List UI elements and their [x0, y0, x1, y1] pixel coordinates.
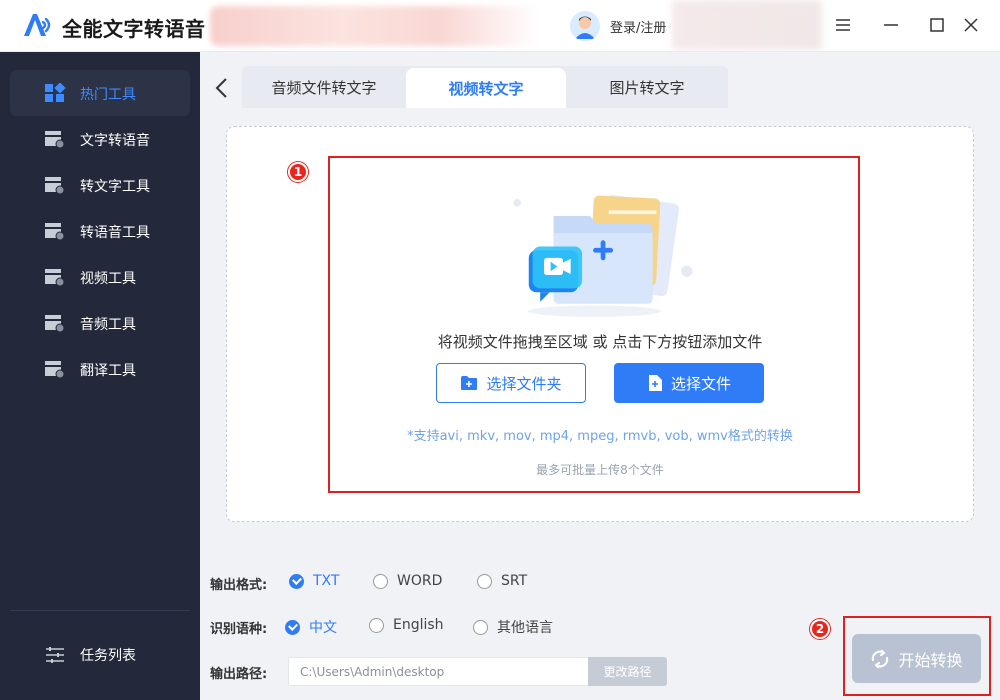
- sidebar-item-translate-tools[interactable]: 翻译工具: [10, 346, 190, 392]
- app-title: 全能文字转语音: [62, 17, 206, 41]
- task-list-button[interactable]: 任务列表: [10, 632, 190, 678]
- sidebar-item-label: 转语音工具: [80, 225, 150, 241]
- user-avatar[interactable]: [570, 11, 600, 41]
- sidebar-item-label: 文字转语音: [80, 133, 150, 149]
- toolbox-icon: [45, 269, 65, 287]
- toolbox-icon: [45, 131, 65, 149]
- language-radio-other[interactable]: 其他语言: [473, 617, 553, 637]
- back-button[interactable]: [212, 76, 232, 100]
- language-radio-chinese[interactable]: 中文: [285, 617, 337, 637]
- format-radio-txt[interactable]: TXT: [289, 573, 339, 589]
- radio-label: WORD: [397, 573, 443, 589]
- sidebar-item-video-tools[interactable]: 视频工具: [10, 254, 190, 300]
- folder-video-illustration-icon: [513, 195, 693, 317]
- file-plus-icon: [648, 375, 662, 391]
- sidebar-item-label: 转文字工具: [80, 179, 150, 195]
- avatar-icon: [570, 11, 600, 41]
- sidebar-divider: [10, 610, 190, 611]
- radio-dot: [373, 573, 388, 589]
- sidebar-item-label: 热门工具: [80, 87, 136, 103]
- toolbox-icon: [45, 223, 65, 241]
- radio-label: SRT: [501, 573, 528, 589]
- toolbox-icon: [45, 361, 65, 379]
- title-bar: 全能文字转语音 登录/注册: [0, 0, 1000, 52]
- sidebar-item-hot-tools[interactable]: 热门工具: [10, 70, 190, 116]
- toolbox-icon: [45, 315, 65, 333]
- tab-image-to-text[interactable]: 图片转文字: [566, 66, 728, 108]
- select-folder-button[interactable]: 选择文件夹: [436, 363, 586, 403]
- folder-plus-icon: [461, 376, 478, 390]
- format-radio-srt[interactable]: SRT: [477, 573, 527, 589]
- minimize-icon: [884, 24, 898, 26]
- sidebar-item-to-text-tools[interactable]: 转文字工具: [10, 162, 190, 208]
- language-label: 识别语种:: [210, 622, 268, 637]
- hamburger-icon: [836, 19, 850, 31]
- max-files-text: 最多可批量上传8个文件: [536, 463, 664, 477]
- select-file-label: 选择文件: [670, 374, 731, 393]
- tab-bar: 音频文件转文字 视频转文字 图片转文字: [242, 66, 728, 108]
- output-path-label: 输出路径:: [210, 667, 268, 682]
- radio-label: TXT: [313, 573, 340, 589]
- close-icon: [964, 18, 978, 32]
- login-link[interactable]: 登录/注册: [610, 17, 666, 36]
- grid-icon: [45, 83, 66, 102]
- radio-dot: [285, 619, 300, 635]
- radio-dot: [369, 617, 384, 633]
- app-logo-icon: [24, 14, 51, 36]
- annotation-badge-1: 1: [288, 162, 308, 182]
- tab-video-to-text[interactable]: 视频转文字: [406, 68, 566, 108]
- toolbox-icon: [45, 177, 65, 195]
- radio-label: 中文: [309, 620, 337, 636]
- close-button[interactable]: [960, 14, 982, 36]
- radio-label: English: [393, 617, 444, 633]
- convert-arrows-icon: [872, 649, 889, 668]
- supported-formats-text: *支持avi, mkv, mov, mp4, mpeg, rmvb, vob, …: [407, 429, 793, 444]
- sidebar: 热门工具 文字转语音 转文字工具 转语音工具 视频工具 音频工具 翻译工具 任务…: [0, 52, 200, 700]
- sidebar-item-label: 音频工具: [80, 317, 136, 333]
- tab-audio-to-text[interactable]: 音频文件转文字: [242, 66, 406, 108]
- select-file-button[interactable]: 选择文件: [614, 363, 764, 403]
- drop-hint-text: 将视频文件拖拽至区域 或 点击下方按钮添加文件: [437, 333, 763, 351]
- radio-dot: [289, 573, 304, 589]
- radio-dot: [473, 619, 488, 635]
- menu-button[interactable]: [832, 14, 854, 36]
- task-list-label: 任务列表: [80, 648, 136, 664]
- change-path-button[interactable]: 更改路径: [588, 657, 667, 686]
- select-folder-label: 选择文件夹: [486, 374, 562, 393]
- output-path-input[interactable]: C:\Users\Admin\desktop: [288, 657, 588, 686]
- sidebar-item-audio-tools[interactable]: 音频工具: [10, 300, 190, 346]
- start-convert-button[interactable]: 开始转换: [852, 634, 981, 683]
- sidebar-item-label: 视频工具: [80, 271, 136, 287]
- radio-dot: [477, 573, 492, 589]
- format-radio-word[interactable]: WORD: [373, 573, 442, 589]
- blurred-area: [672, 0, 822, 50]
- maximize-icon: [930, 18, 944, 32]
- chevron-left-icon: [215, 78, 227, 98]
- annotation-badge-2: 2: [810, 619, 830, 639]
- sidebar-item-text-to-speech[interactable]: 文字转语音: [10, 116, 190, 162]
- output-format-label: 输出格式:: [210, 578, 268, 593]
- radio-label: 其他语言: [497, 620, 553, 636]
- blurred-banner: [210, 6, 540, 46]
- maximize-button[interactable]: [926, 14, 948, 36]
- start-convert-label: 开始转换: [898, 650, 963, 670]
- minimize-button[interactable]: [880, 14, 902, 36]
- sidebar-item-to-speech-tools[interactable]: 转语音工具: [10, 208, 190, 254]
- sidebar-item-label: 翻译工具: [80, 363, 136, 379]
- sliders-icon: [46, 647, 64, 663]
- language-radio-english[interactable]: English: [369, 617, 444, 633]
